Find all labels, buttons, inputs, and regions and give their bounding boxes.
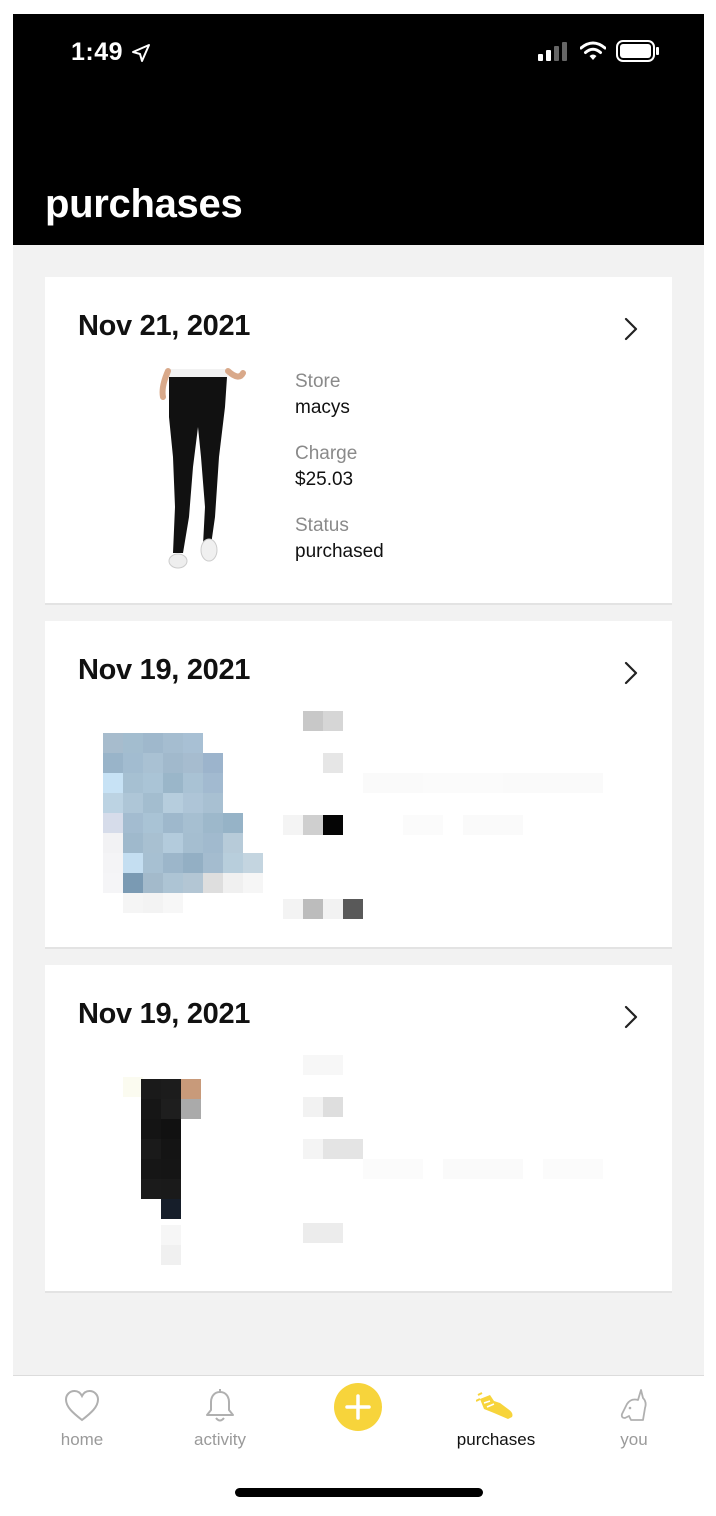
purchase-date: Nov 19, 2021 [78, 654, 251, 686]
tab-label: you [620, 1430, 648, 1449]
sneaker-icon [476, 1392, 513, 1419]
status-value: purchased [295, 541, 384, 562]
store-value: macys [295, 397, 350, 418]
purchase-details: Store macys Charge $25.03 Status purchas… [295, 369, 384, 585]
tab-label: home [60, 1430, 104, 1449]
status-label: Status [295, 515, 349, 536]
tab-activity[interactable]: activity [160, 1386, 280, 1450]
bell-icon [206, 1389, 234, 1422]
plus-icon [334, 1383, 382, 1431]
charge-label: Charge [295, 443, 358, 464]
tab-label: purchases [456, 1430, 536, 1449]
charge-value: $25.03 [295, 469, 354, 490]
pixelated-purchase-content [103, 711, 603, 919]
phone-screen: 1:49 purchases Nov 21, 2021 Store macys … [13, 14, 704, 1516]
home-indicator[interactable] [235, 1488, 483, 1497]
pixelated-purchase-content [123, 1055, 603, 1265]
tab-you[interactable]: you [574, 1386, 694, 1450]
purchase-card[interactable]: Nov 19, 2021 [45, 621, 672, 949]
store-label: Store [295, 371, 341, 392]
wifi-icon [580, 41, 606, 60]
tab-label: activity [194, 1430, 246, 1449]
page-title: purchases [45, 182, 243, 226]
add-purchase-button[interactable] [298, 1382, 418, 1432]
chevron-right-icon[interactable] [620, 659, 642, 687]
chevron-right-icon[interactable] [620, 315, 642, 343]
product-image-leggings [103, 367, 303, 575]
time-text: 1:49 [71, 38, 124, 66]
cellular-signal-icon [538, 42, 567, 61]
purchase-date: Nov 21, 2021 [78, 310, 251, 342]
purchase-date: Nov 19, 2021 [78, 998, 251, 1030]
unicorn-icon [620, 1389, 647, 1421]
header: 1:49 purchases [13, 14, 704, 245]
tab-home[interactable]: home [22, 1386, 142, 1450]
purchase-card[interactable]: Nov 21, 2021 Store macys Charge $25.03 S… [45, 277, 672, 605]
status-icons [538, 40, 660, 62]
status-time: 1:49 [71, 38, 151, 67]
tab-purchases[interactable]: purchases [436, 1386, 556, 1450]
purchase-card[interactable]: Nov 19, 2021 [45, 965, 672, 1293]
location-arrow-icon [132, 43, 151, 62]
battery-icon [616, 40, 659, 62]
chevron-right-icon[interactable] [620, 1003, 642, 1031]
heart-icon [64, 1389, 100, 1422]
